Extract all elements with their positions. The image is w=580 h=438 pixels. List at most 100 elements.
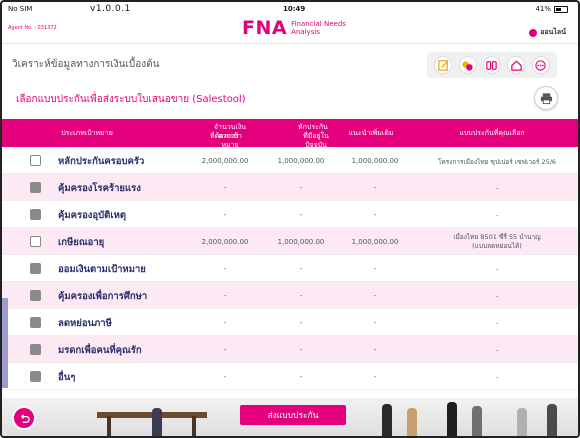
target-amount: - xyxy=(223,373,227,381)
header-goal: ประเภทเป้าหมาย xyxy=(61,129,113,137)
selected-plan-name: - xyxy=(495,373,499,381)
home-icon[interactable] xyxy=(507,56,526,74)
back-button[interactable] xyxy=(12,406,36,430)
online-status[interactable]: ออนไลน์ xyxy=(529,27,566,38)
logo-sub-line1: Financial Needs xyxy=(291,20,346,28)
recommend-amount: - xyxy=(373,346,377,354)
row-checkbox[interactable] xyxy=(30,236,41,247)
app-header: Agent No. : 031372 FNA Financial Needs A… xyxy=(2,16,578,44)
recommend-amount: - xyxy=(373,184,377,192)
more-icon[interactable] xyxy=(531,56,550,74)
page-title: วิเคราะห์ข้อมูลทางการเงินเบื้องต้น xyxy=(12,59,160,70)
row-checkbox xyxy=(30,263,41,274)
goal-name[interactable]: ออมเงินตามเป้าหมาย xyxy=(58,262,146,277)
row-checkbox xyxy=(30,209,41,220)
selected-plan[interactable]: - xyxy=(422,346,572,354)
selected-plan[interactable]: - xyxy=(422,265,572,273)
goal-name[interactable]: เกษียณอายุ xyxy=(58,235,104,250)
goal-name[interactable]: คุ้มครองเพื่อการศึกษา xyxy=(58,289,147,304)
printer-icon xyxy=(540,92,552,104)
select-plan-link[interactable]: เลือกแบบประกันเพื่อส่งระบบใบเสนอขาย (Sal… xyxy=(16,92,246,107)
table-body: หลักประกันครอบครัว 2,000,000.00 1,000,000.… xyxy=(2,147,578,390)
target-amount: - xyxy=(223,184,227,192)
status-bar: No SIM v1.0.0.1 10:49 41% xyxy=(2,2,578,16)
battery-percent: 41% xyxy=(535,5,551,13)
recommend-amount: - xyxy=(373,319,377,327)
selected-plan-name: - xyxy=(495,211,499,219)
online-dot-icon xyxy=(529,28,538,37)
table-header: ประเภทเป้าหมาย จำนวนเงินตามเป้าหมาย ที่ต้… xyxy=(2,119,578,149)
app-frame: No SIM v1.0.0.1 10:49 41% Agent No. : 03… xyxy=(0,0,580,438)
target-amount: 2,000,000.00 xyxy=(201,157,249,165)
row-checkbox xyxy=(30,317,41,328)
bench-leg xyxy=(192,416,196,436)
table-row: เกษียณอายุ 2,000,000.00 1,000,000.00 1,000,… xyxy=(2,228,578,255)
selected-plan[interactable]: เมืองไทย 8501 ซีรี่ 55 บำนาญ (แบบลดหย่อนไ… xyxy=(422,233,572,251)
table-row: อื่นๆ - - - - xyxy=(2,363,578,390)
compare-icon[interactable] xyxy=(482,56,501,74)
person-illustration xyxy=(152,408,162,436)
existing-amount: 1,000,000.00 xyxy=(277,238,325,246)
selected-plan-note: (แบบลดหย่อนได้) xyxy=(472,242,522,250)
selected-plan-name: โครงการเมืองไทย ซุปเปอร์ เซฟเวอร์ 25/6 xyxy=(437,158,557,166)
table-row: ออมเงินตามเป้าหมาย - - - - xyxy=(2,255,578,282)
recommend-amount: 1,000,000.00 xyxy=(351,238,399,246)
row-checkbox xyxy=(30,371,41,382)
clock: 10:49 xyxy=(283,5,306,13)
row-checkbox xyxy=(30,344,41,355)
goal-name[interactable]: อื่นๆ xyxy=(58,370,75,385)
fna-logo: FNA Financial Needs Analysis xyxy=(242,17,346,39)
recommend-amount: - xyxy=(373,211,377,219)
print-button[interactable] xyxy=(534,86,558,110)
selected-plan[interactable]: - xyxy=(422,184,572,192)
online-label: ออนไลน์ xyxy=(540,28,566,36)
row-checkbox[interactable] xyxy=(30,155,41,166)
table-row: คุ้มครองโรคร้ายแรง - - - - xyxy=(2,174,578,201)
person-illustration xyxy=(547,404,557,436)
selected-plan-name: - xyxy=(495,292,499,300)
target-amount: - xyxy=(223,265,227,273)
logo-subtitle: Financial Needs Analysis xyxy=(291,20,346,36)
target-amount: - xyxy=(223,292,227,300)
header-plan: แบบประกันที่คุณเลือก xyxy=(459,129,525,137)
existing-amount: - xyxy=(299,346,303,354)
selected-plan-name: เมืองไทย 8501 ซีรี่ 55 บำนาญ xyxy=(453,233,541,241)
header-recommend: แนะนำเพิ่มเติม xyxy=(348,129,394,137)
goal-name[interactable]: มรดกเพื่อคนที่คุณรัก xyxy=(58,343,142,358)
goal-name[interactable]: ลดหย่อนภาษี xyxy=(58,316,112,331)
table-row: มรดกเพื่อคนที่คุณรัก - - - - xyxy=(2,336,578,363)
existing-amount: - xyxy=(299,265,303,273)
selected-plan-name: - xyxy=(495,184,499,192)
table-row: คุ้มครองเพื่อการศึกษา - - - - xyxy=(2,282,578,309)
submit-plan-button[interactable]: ส่งแบบประกัน xyxy=(240,405,346,425)
goal-name[interactable]: คุ้มครองอุบัติเหตุ xyxy=(58,208,126,223)
goal-name[interactable]: หลักประกันครอบครัว xyxy=(58,154,144,169)
selected-plan[interactable]: - xyxy=(422,373,572,381)
table-row: หลักประกันครอบครัว 2,000,000.00 1,000,000.… xyxy=(2,147,578,174)
existing-amount: - xyxy=(299,292,303,300)
logo-text: FNA xyxy=(242,17,288,39)
coins-icon[interactable] xyxy=(458,56,477,74)
selected-plan[interactable]: - xyxy=(422,292,572,300)
recommend-amount: - xyxy=(373,265,377,273)
row-checkbox xyxy=(30,290,41,301)
selected-plan-name: - xyxy=(495,319,499,327)
goal-name[interactable]: คุ้มครองโรคร้ายแรง xyxy=(58,181,141,196)
agent-number: Agent No. : 031372 xyxy=(8,25,57,31)
selected-plan[interactable]: - xyxy=(422,319,572,327)
header-target: จำนวนเงินตามเป้าหมาย ที่ต้องการ xyxy=(170,123,250,149)
side-strip xyxy=(2,298,8,388)
battery-status: 41% xyxy=(535,5,568,13)
selected-plan-name: - xyxy=(495,346,499,354)
row-checkbox xyxy=(30,182,41,193)
existing-amount: - xyxy=(299,373,303,381)
edit-icon[interactable] xyxy=(434,56,453,74)
recommend-amount: - xyxy=(373,373,377,381)
selected-plan[interactable]: - xyxy=(422,211,572,219)
carrier-label: No SIM xyxy=(8,5,33,13)
selected-plan[interactable]: โครงการเมืองไทย ซุปเปอร์ เซฟเวอร์ 25/6 xyxy=(422,157,572,167)
header-deduct: หักประกัน ที่มีอยู่ในปัจจุบัน xyxy=(262,123,334,149)
table-row: คุ้มครองอุบัติเหตุ - - - - xyxy=(2,201,578,228)
existing-amount: 1,000,000.00 xyxy=(277,157,325,165)
target-amount: - xyxy=(223,346,227,354)
